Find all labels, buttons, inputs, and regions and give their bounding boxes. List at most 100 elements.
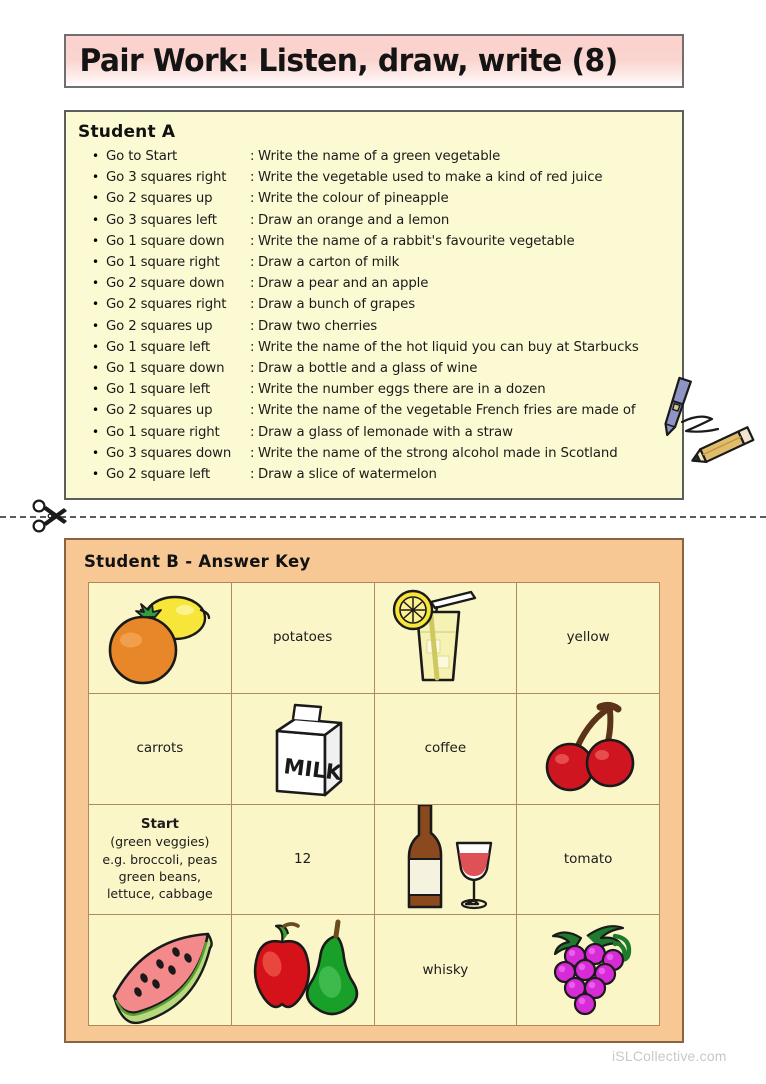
instruction-task: Write the name of a rabbit's favourite v…	[258, 233, 575, 249]
answer-cell: carrots	[89, 693, 231, 804]
instruction-separator: :	[250, 233, 255, 249]
apple-and-pear-icon	[238, 919, 368, 1020]
bullet-icon	[92, 210, 106, 230]
instruction-item: Go 1 square right:Draw a glass of lemona…	[92, 422, 682, 443]
bullet-icon	[92, 443, 106, 463]
instruction-item: Go 3 squares right:Write the vegetable u…	[92, 167, 682, 188]
instruction-task: Draw a pear and an apple	[258, 276, 429, 292]
site-watermark: iSLCollective.com	[612, 1048, 727, 1064]
instruction-move: Go 3 squares left	[106, 212, 217, 228]
answer-text: tomato	[563, 850, 613, 867]
start-detail-line: lettuce, cabbage	[106, 886, 213, 902]
instruction-task: Draw a carton of milk	[258, 255, 400, 271]
instruction-task: Write the name of the hot liquid you can…	[258, 339, 639, 355]
instruction-item: Go 2 square left:Draw a slice of waterme…	[92, 464, 682, 485]
instruction-item: Go 1 square right:Draw a carton of milk	[92, 252, 682, 273]
instruction-task: Write the name of the strong alcohol mad…	[258, 445, 618, 461]
instruction-list: Go to Start:Write the name of a green ve…	[66, 146, 682, 485]
bullet-icon	[92, 188, 106, 208]
instruction-task: Draw a glass of lemonade with a straw	[258, 424, 513, 440]
milk-carton-icon: MILK	[249, 695, 357, 803]
student-b-panel: Student B - Answer Key potatoes yellow ca…	[64, 538, 684, 1043]
student-a-panel: Student A Go to Start:Write the name of …	[64, 110, 755, 500]
title-banner: Pair Work: Listen, draw, write (8)	[64, 34, 684, 88]
answer-cell	[89, 915, 231, 1025]
answer-cell	[517, 693, 659, 804]
instruction-separator: :	[250, 339, 255, 355]
instruction-move: Go 1 square right	[106, 255, 220, 271]
instruction-move: Go 2 squares right	[106, 297, 227, 313]
instruction-item: Go to Start:Write the name of a green ve…	[92, 146, 682, 167]
bullet-icon	[92, 379, 106, 399]
instruction-move: Go 3 squares down	[106, 445, 232, 461]
instruction-task: Draw a bottle and a glass of wine	[258, 361, 478, 377]
instruction-item: Go 3 squares down:Write the name of the …	[92, 443, 682, 464]
two-cherries-icon	[530, 699, 646, 799]
bullet-icon	[92, 400, 106, 420]
answer-text: whisky	[422, 961, 469, 978]
instruction-move: Go 2 squares up	[106, 318, 213, 334]
answer-cell: potatoes	[231, 583, 374, 693]
instruction-move: Go 2 squares up	[106, 191, 213, 207]
answer-cell: coffee	[374, 693, 517, 804]
bullet-icon	[92, 464, 106, 484]
instruction-task: Draw an orange and a lemon	[258, 212, 450, 228]
bullet-icon	[92, 146, 106, 166]
cut-line	[0, 516, 766, 520]
bullet-icon	[92, 316, 106, 336]
bullet-icon	[92, 337, 106, 357]
instruction-separator: :	[250, 403, 255, 419]
instruction-separator: :	[250, 212, 255, 228]
instruction-move: Go 1 square right	[106, 424, 220, 440]
instruction-move: Go to Start	[106, 149, 178, 164]
watermelon-slice-icon	[98, 922, 222, 1025]
instruction-task: Draw two cherries	[258, 318, 378, 334]
answer-text: 12	[294, 850, 312, 867]
instruction-move: Go 2 squares up	[106, 403, 213, 419]
instruction-separator: :	[250, 361, 255, 377]
answer-text: carrots	[136, 740, 184, 757]
instruction-separator: :	[250, 276, 255, 292]
pen-and-pencil-icon	[638, 374, 764, 466]
instruction-separator: :	[250, 445, 255, 461]
instruction-task: Draw a bunch of grapes	[258, 297, 416, 313]
bullet-icon	[92, 358, 106, 378]
student-b-heading: Student B - Answer Key	[84, 552, 311, 571]
instruction-item: Go 2 squares up:Write the name of the ve…	[92, 400, 682, 421]
answer-cell	[374, 583, 517, 693]
instruction-separator: :	[250, 382, 255, 398]
start-label: Start	[140, 816, 179, 832]
scissors-icon	[30, 497, 70, 535]
answer-cell: yellow	[517, 583, 659, 693]
instruction-item: Go 2 square down:Draw a pear and an appl…	[92, 273, 682, 294]
wine-bottle-and-glass-icon	[387, 804, 503, 915]
instruction-move: Go 2 square left	[106, 467, 211, 483]
instruction-item: Go 1 square down:Write the name of a rab…	[92, 231, 682, 252]
answer-text: yellow	[566, 629, 610, 646]
instruction-item: Go 1 square left:Write the number eggs t…	[92, 379, 682, 400]
instruction-task: Write the number eggs there are in a doz…	[258, 382, 546, 398]
instruction-separator: :	[250, 297, 255, 313]
bullet-icon	[92, 273, 106, 293]
instruction-item: Go 1 square down:Draw a bottle and a gla…	[92, 358, 682, 379]
instruction-task: Write the vegetable used to make a kind …	[258, 170, 603, 186]
answer-cell: MILK	[231, 693, 374, 804]
instruction-item: Go 3 squares left:Draw an orange and a l…	[92, 210, 682, 231]
answer-cell: whisky	[374, 915, 517, 1025]
bullet-icon	[92, 422, 106, 442]
instruction-task: Draw a slice of watermelon	[258, 467, 437, 483]
answer-cell	[231, 915, 374, 1025]
bullet-icon	[92, 294, 106, 314]
instruction-move: Go 2 square down	[106, 276, 225, 292]
instruction-move: Go 3 squares right	[106, 170, 227, 186]
instruction-move: Go 1 square down	[106, 233, 225, 249]
start-detail-line: (green veggies)	[110, 834, 210, 850]
answer-cell: tomato	[517, 804, 659, 915]
start-cell-text: Start (green veggies) e.g. broccoli, peas g…	[99, 814, 220, 905]
bullet-icon	[92, 167, 106, 187]
lemonade-glass-with-straw-icon	[387, 586, 503, 690]
answer-cell	[89, 583, 231, 693]
instruction-move: Go 1 square down	[106, 361, 225, 377]
answer-cell	[374, 804, 517, 915]
student-a-heading: Student A	[78, 122, 176, 142]
